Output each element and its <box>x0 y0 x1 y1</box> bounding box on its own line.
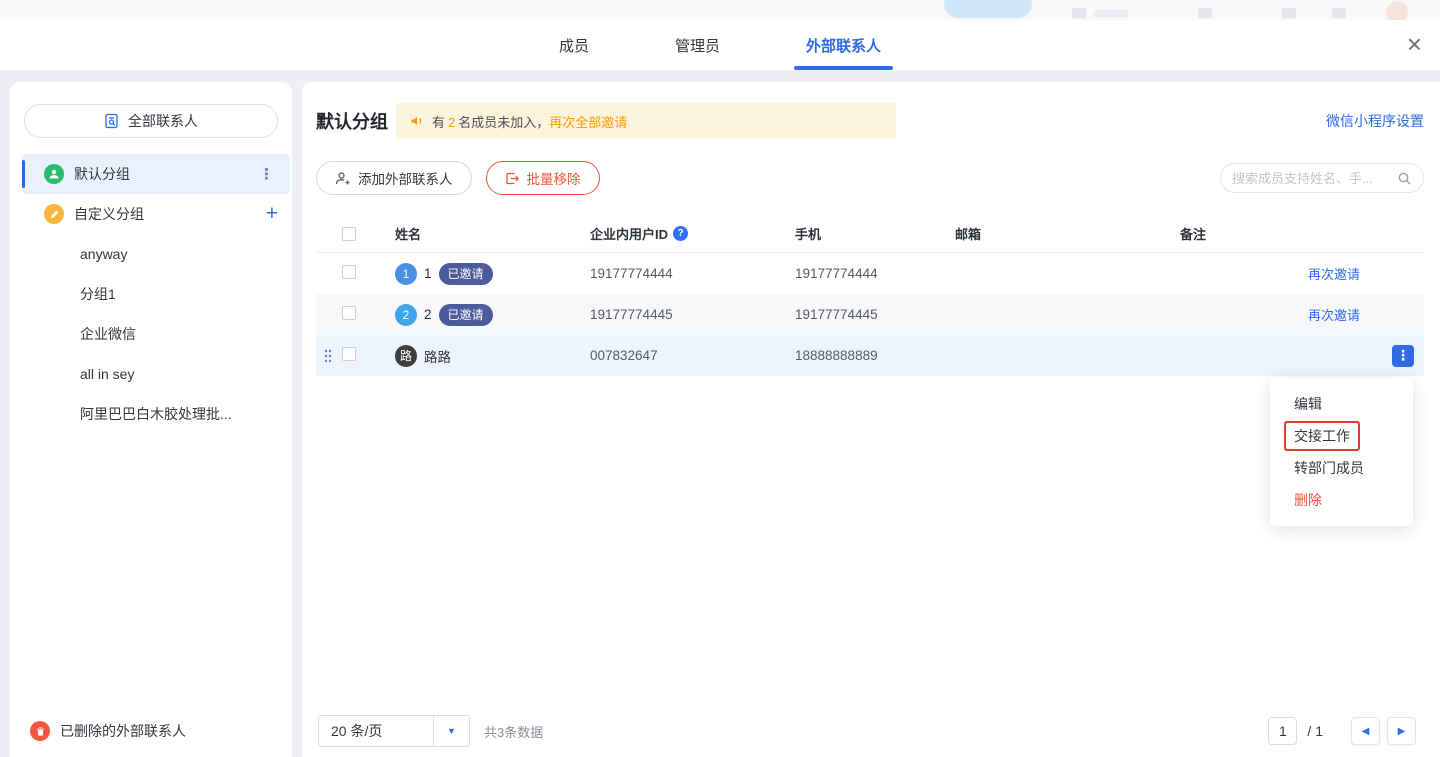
reinvite-link[interactable]: 再次邀请 <box>1308 264 1360 283</box>
batch-remove-label: 批量移除 <box>527 168 581 188</box>
sidebar-item-label: 自定义分组 <box>74 204 144 224</box>
batch-remove-button[interactable]: 批量移除 <box>486 161 600 195</box>
modal-tab-bar: 成员 管理员 外部联系人 × <box>0 20 1440 70</box>
column-header-name: 姓名 <box>395 224 590 243</box>
notice-count: 2 <box>448 115 455 130</box>
all-contacts-button[interactable]: 全部联系人 <box>24 104 278 138</box>
contacts-table: 姓名 企业内用户ID ? 手机 邮箱 备注 1 <box>316 215 1424 376</box>
user-id-cell: 19177774444 <box>590 266 795 281</box>
page-body: 全部联系人 默认分组 ⋮ 自定义分组 + <box>0 70 1440 757</box>
contact-name: 2 <box>424 307 432 322</box>
person-add-icon <box>335 171 351 186</box>
sidebar-item-subgroup[interactable]: 企业微信 <box>10 314 292 354</box>
add-external-contact-label: 添加外部联系人 <box>358 168 453 188</box>
sidebar-item-subgroup[interactable]: all in sey <box>10 354 292 394</box>
prev-page-button[interactable]: ◀ <box>1351 717 1380 745</box>
reinvite-all-link[interactable]: 再次全部邀请 <box>549 115 627 130</box>
sidebar-item-subgroup[interactable]: 分组1 <box>10 274 292 314</box>
deleted-contacts-item[interactable]: 已删除的外部联系人 <box>30 721 186 741</box>
menu-item-handover-work[interactable]: 交接工作 <box>1270 420 1413 452</box>
notice-suffix: 名成员未加入， <box>458 115 549 130</box>
chevron-down-icon[interactable]: ▼ <box>433 716 469 746</box>
avatar: 1 <box>395 263 417 285</box>
toolbar: 添加外部联系人 批量移除 <box>316 161 1424 195</box>
screen: 成员 管理员 外部联系人 × 全部联系人 <box>0 0 1440 757</box>
tab-members[interactable]: 成员 <box>559 20 589 70</box>
notice-prefix: 有 <box>432 115 445 130</box>
row-checkbox[interactable] <box>342 306 356 320</box>
tab-admins[interactable]: 管理员 <box>675 20 720 70</box>
phone-cell: 19177774445 <box>795 307 955 322</box>
invited-badge: 已邀请 <box>439 263 493 285</box>
search-icon[interactable] <box>1397 171 1412 186</box>
notice-text: 有2名成员未加入，再次全部邀请 <box>432 112 627 131</box>
next-page-button[interactable]: ▶ <box>1387 717 1416 745</box>
select-all-checkbox[interactable] <box>342 227 356 241</box>
add-group-icon[interactable]: + <box>266 202 278 226</box>
row-checkbox[interactable] <box>342 265 356 279</box>
speaker-icon <box>410 114 425 128</box>
column-header-phone: 手机 <box>795 224 955 243</box>
invited-badge: 已邀请 <box>439 304 493 326</box>
all-contacts-label: 全部联系人 <box>128 111 198 131</box>
deleted-contacts-label: 已删除的外部联系人 <box>60 721 186 741</box>
phone-cell: 19177774444 <box>795 266 955 281</box>
column-header-user-id: 企业内用户ID ? <box>590 224 795 243</box>
page-size-value: 20 条/页 <box>319 721 433 741</box>
row-more-actions-button[interactable]: ⋮ <box>1392 345 1414 367</box>
page-title: 默认分组 <box>316 108 388 134</box>
contact-name: 1 <box>424 266 432 281</box>
miniprogram-settings-link[interactable]: 微信小程序设置 <box>1326 111 1424 131</box>
avatar: 2 <box>395 304 417 326</box>
sidebar-item-subgroup[interactable]: 阿里巴巴白木胶处理批... <box>10 394 292 434</box>
table-header-row: 姓名 企业内用户ID ? 手机 邮箱 备注 <box>316 215 1424 253</box>
group-edit-icon <box>44 204 64 224</box>
avatar: 路 <box>395 345 417 367</box>
menu-item-delete[interactable]: 删除 <box>1270 484 1413 516</box>
page-number-input[interactable] <box>1268 717 1297 745</box>
table-row[interactable]: 2 2 已邀请 19177774445 19177774445 再次邀请 <box>316 294 1424 335</box>
sidebar-item-custom-group[interactable]: 自定义分组 + <box>10 194 292 234</box>
row-checkbox[interactable] <box>342 347 356 361</box>
drag-handle-icon[interactable] <box>324 349 332 363</box>
notice-bar: 有2名成员未加入，再次全部邀请 <box>396 103 896 139</box>
close-icon[interactable]: × <box>1407 30 1422 58</box>
help-icon[interactable]: ? <box>673 226 688 241</box>
remove-export-icon <box>505 171 520 186</box>
table-footer: 20 条/页 ▼ 共3条数据 / 1 ◀ ▶ <box>318 715 1416 747</box>
phone-cell: 18888888889 <box>795 348 955 363</box>
sidebar-item-label: 默认分组 <box>74 164 130 184</box>
main-header: 默认分组 有2名成员未加入，再次全部邀请 微信小程序设置 <box>316 82 1424 139</box>
dimmed-background <box>0 0 1440 20</box>
menu-item-transfer-to-department[interactable]: 转部门成员 <box>1270 452 1413 484</box>
total-count-text: 共3条数据 <box>484 722 543 741</box>
contact-book-icon <box>104 113 120 129</box>
column-header-remark: 备注 <box>1180 224 1296 243</box>
group-person-icon <box>44 164 64 184</box>
user-id-cell: 007832647 <box>590 348 795 363</box>
sidebar: 全部联系人 默认分组 ⋮ 自定义分组 + <box>10 82 292 757</box>
highlight-annotation-box: 交接工作 <box>1284 421 1360 451</box>
group-more-icon[interactable]: ⋮ <box>259 165 274 183</box>
tab-external-contacts[interactable]: 外部联系人 <box>806 20 881 70</box>
trash-icon <box>30 721 50 741</box>
pagination: / 1 ◀ ▶ <box>1268 717 1416 745</box>
column-header-email: 邮箱 <box>955 224 1180 243</box>
user-id-cell: 19177774445 <box>590 307 795 322</box>
add-external-contact-button[interactable]: 添加外部联系人 <box>316 161 472 195</box>
page-size-select[interactable]: 20 条/页 ▼ <box>318 715 470 747</box>
page-total-text: / 1 <box>1307 723 1323 739</box>
main-panel: 默认分组 有2名成员未加入，再次全部邀请 微信小程序设置 <box>302 82 1440 757</box>
table-row[interactable]: 路 路路 007832647 18888888889 ⋮ <box>316 335 1424 376</box>
dim-overlay <box>0 0 1440 20</box>
search-input[interactable] <box>1232 171 1397 186</box>
row-context-menu: 编辑 交接工作 转部门成员 删除 <box>1270 378 1413 526</box>
reinvite-link[interactable]: 再次邀请 <box>1308 305 1360 324</box>
sidebar-item-subgroup[interactable]: anyway <box>10 234 292 274</box>
contact-name: 路路 <box>424 346 451 366</box>
search-box[interactable] <box>1220 163 1424 193</box>
menu-item-edit[interactable]: 编辑 <box>1270 388 1413 420</box>
table-row[interactable]: 1 1 已邀请 19177774444 19177774444 再次邀请 <box>316 253 1424 294</box>
sidebar-item-default-group[interactable]: 默认分组 ⋮ <box>22 154 290 194</box>
